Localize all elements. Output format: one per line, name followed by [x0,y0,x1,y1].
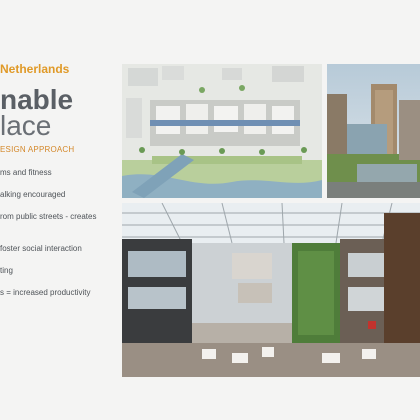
slide-title-line-2: lace [0,110,52,141]
tower-exterior-image [327,64,420,198]
bullet-item: foster social interaction [0,244,82,253]
presentation-slide: Netherlands nable lace ESIGN APPROACH ms… [0,0,420,420]
atrium-interior-image [122,203,420,377]
bullet-item: rom public streets - creates [0,212,97,221]
bullet-item: alking encouraged [0,190,66,199]
bullet-item: ting [0,266,13,275]
section-heading: ESIGN APPROACH [0,145,75,154]
bullet-item: ms and fitness [0,168,52,177]
slide-subtitle: Netherlands [0,62,70,76]
bullet-item: s = increased productivity [0,288,91,297]
site-plan-image [122,64,322,198]
